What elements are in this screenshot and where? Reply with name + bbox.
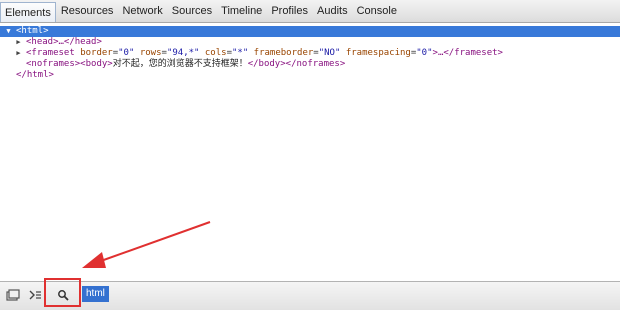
arrow-head — [82, 252, 106, 268]
arrow-shaft — [97, 221, 211, 263]
annotation-arrow — [82, 221, 211, 268]
console-toggle-icon — [29, 290, 41, 300]
devtools-status-bar: html — [0, 281, 620, 310]
annotation-highlight-box — [44, 278, 81, 307]
dock-icon — [6, 289, 20, 301]
breadcrumb-html[interactable]: html — [82, 286, 109, 302]
dock-button[interactable] — [4, 286, 22, 304]
console-toggle-button[interactable] — [26, 286, 44, 304]
